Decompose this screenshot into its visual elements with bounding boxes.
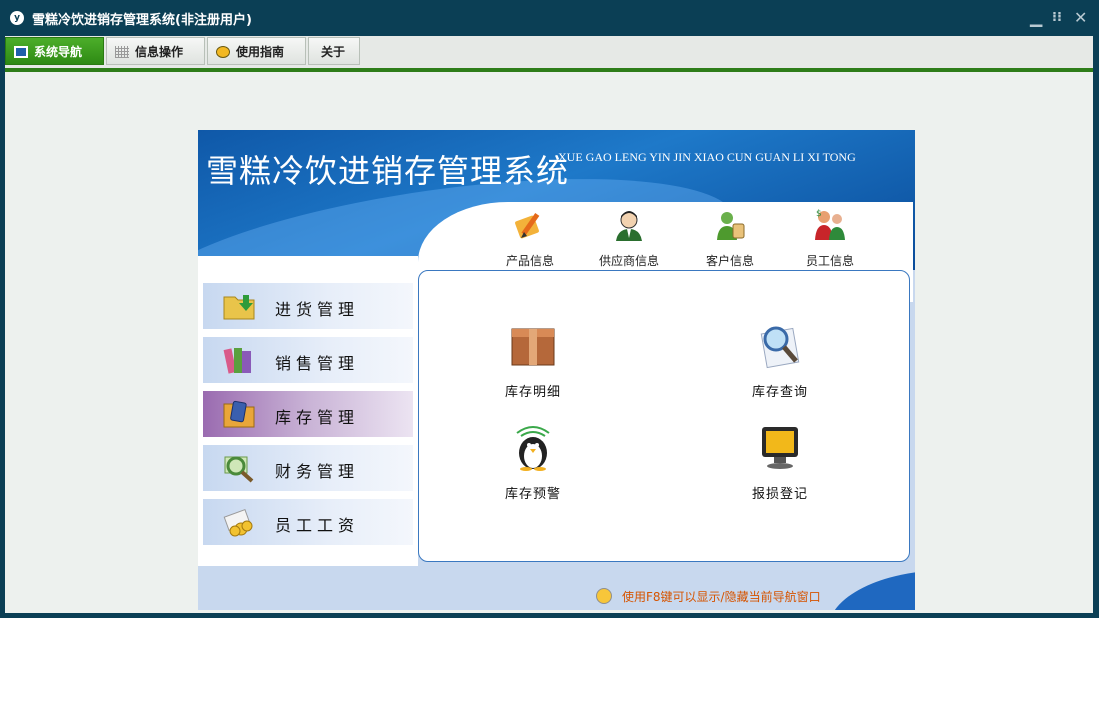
- navigation-panel: 雪糕冷饮进销存管理系统 XUE GAO LENG YIN JIN XIAO CU…: [198, 130, 915, 610]
- staff-info-button[interactable]: $ 员工信息: [790, 208, 870, 269]
- close-button[interactable]: ✕: [1074, 8, 1087, 28]
- compass-icon: [216, 46, 230, 58]
- sales-books-icon: [223, 348, 251, 374]
- banner-pinyin: XUE GAO LENG YIN JIN XIAO CUN GUAN LI XI…: [558, 150, 856, 164]
- menu-item-sales[interactable]: 销售管理: [203, 337, 413, 383]
- tab-label: 关于: [321, 45, 346, 59]
- left-menu: 进货管理 销售管理 库存管理 财务管理 员工工资: [198, 256, 418, 566]
- app-logo-icon: y: [10, 11, 24, 25]
- customer-info-button[interactable]: 客户信息: [690, 208, 770, 269]
- tab-label: 使用指南: [236, 45, 285, 59]
- menu-item-finance[interactable]: 财务管理: [203, 445, 413, 491]
- top-icon-label: 员工信息: [805, 254, 854, 268]
- tab-label: 信息操作: [135, 45, 184, 59]
- feature-stock-query[interactable]: 库存查询: [720, 321, 840, 400]
- tab-user-guide[interactable]: 使用指南: [207, 37, 306, 65]
- title-bar[interactable]: y 雪糕冷饮进销存管理系统(非注册用户) ▁ ⁝⁝ ✕: [0, 0, 1099, 36]
- finance-magnifier-icon: [224, 456, 254, 483]
- menu-item-purchase[interactable]: 进货管理: [203, 283, 413, 329]
- tab-bar: 系统导航 信息操作 使用指南 关于: [5, 36, 1093, 72]
- menu-label: 库存管理: [275, 408, 360, 427]
- inventory-folder-icon: [223, 400, 255, 428]
- top-icon-label: 产品信息: [505, 254, 554, 268]
- feature-label: 库存预警: [504, 487, 561, 502]
- minimize-button[interactable]: ▁: [1030, 8, 1042, 28]
- hint-person-icon: [596, 588, 612, 604]
- supplier-info-button[interactable]: 供应商信息: [589, 208, 669, 269]
- supplier-person-icon: [616, 211, 642, 241]
- staff-people-icon: $: [815, 209, 845, 240]
- tab-label: 系统导航: [34, 45, 83, 59]
- stock-search-icon: [760, 326, 800, 369]
- footer-wave: [828, 570, 915, 610]
- f8-hint: 使用F8键可以显示/隐藏当前导航窗口: [596, 588, 821, 605]
- tab-system-navigation[interactable]: 系统导航: [5, 37, 104, 65]
- window-title: 雪糕冷饮进销存管理系统(非注册用户): [32, 13, 252, 28]
- feature-loss-register[interactable]: 报损登记: [720, 423, 840, 502]
- svg-text:$: $: [816, 209, 822, 219]
- stock-alert-penguin-icon: [516, 426, 550, 471]
- restore-button[interactable]: ⁝⁝: [1052, 8, 1062, 28]
- feature-label: 库存明细: [504, 385, 561, 400]
- banner-title: 雪糕冷饮进销存管理系统: [206, 152, 570, 190]
- feature-stock-detail[interactable]: 库存明细: [473, 321, 593, 400]
- loss-monitor-icon: [762, 427, 798, 469]
- feature-panel: 库存明细 库存查询 库存预警 报损登记: [418, 270, 910, 562]
- tab-info-operations[interactable]: 信息操作: [106, 37, 205, 65]
- tab-about[interactable]: 关于: [308, 37, 360, 65]
- top-icon-label: 客户信息: [705, 254, 754, 268]
- salary-coins-icon: [223, 509, 253, 537]
- menu-label: 销售管理: [275, 354, 360, 373]
- feature-stock-alert[interactable]: 库存预警: [473, 423, 593, 502]
- product-info-button[interactable]: 产品信息: [490, 208, 570, 269]
- menu-label: 员工工资: [275, 516, 360, 535]
- monitor-icon: [14, 46, 28, 58]
- menu-item-salary[interactable]: 员工工资: [203, 499, 413, 545]
- grid-icon: [115, 46, 129, 58]
- product-pencil-icon: [515, 213, 540, 239]
- menu-label: 进货管理: [275, 300, 360, 319]
- feature-label: 库存查询: [751, 385, 808, 400]
- customer-person-icon: [717, 212, 745, 240]
- stock-box-icon: [511, 328, 555, 366]
- menu-item-inventory[interactable]: 库存管理: [203, 391, 413, 437]
- purchase-folder-icon: [223, 295, 255, 320]
- hint-text: 使用F8键可以显示/隐藏当前导航窗口: [622, 590, 821, 604]
- menu-label: 财务管理: [275, 462, 360, 481]
- top-icon-label: 供应商信息: [598, 254, 659, 268]
- feature-label: 报损登记: [751, 487, 808, 502]
